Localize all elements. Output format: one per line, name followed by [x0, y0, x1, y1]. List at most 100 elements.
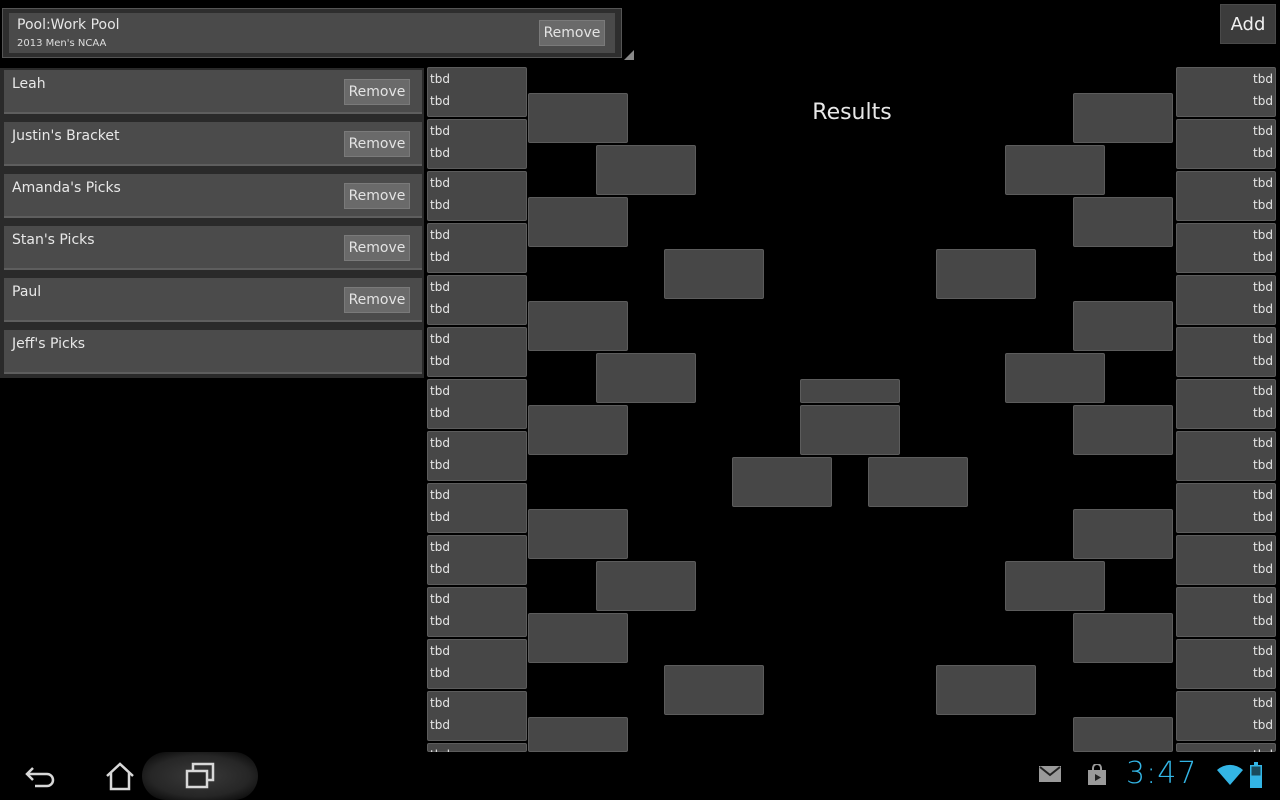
matchup-slot[interactable]: tbdtbd [1176, 535, 1276, 585]
matchup-slot[interactable]: tbdtbd [1176, 223, 1276, 273]
round-2-box[interactable] [1073, 197, 1173, 247]
round-2-box[interactable] [1073, 93, 1173, 143]
matchup-slot[interactable]: tbdtbd [427, 483, 527, 533]
round-2-box[interactable] [528, 301, 628, 351]
round-3-box[interactable] [1005, 353, 1105, 403]
team-name: tbd [1253, 510, 1273, 524]
round-2-box[interactable] [1073, 717, 1173, 752]
team-name: tbd [1253, 406, 1273, 420]
round-3-box[interactable] [596, 561, 696, 611]
round-2-box[interactable] [1073, 301, 1173, 351]
matchup-slot[interactable]: tbd tbd [1176, 483, 1276, 533]
bracket-list-item[interactable]: Paul Remove [4, 278, 422, 322]
matchup-slot[interactable]: tbdtbd [1176, 743, 1276, 784]
round-2-box[interactable] [528, 93, 628, 143]
championship-box[interactable] [800, 405, 900, 455]
matchup-slot[interactable]: tbdtbd [427, 119, 527, 169]
matchup-slot[interactable]: tbd tbd [1176, 379, 1276, 429]
gmail-icon[interactable] [1038, 764, 1062, 788]
team-name: tbd [430, 198, 450, 212]
semifinal-box[interactable] [868, 457, 968, 507]
add-button[interactable]: Add [1220, 4, 1276, 44]
bracket-remove-button[interactable]: Remove [344, 183, 410, 209]
matchup-slot[interactable]: tbd tbd [427, 171, 527, 221]
matchup-slot[interactable]: tbdtbd [427, 691, 527, 741]
round-2-box[interactable] [528, 509, 628, 559]
team-name: tbd [430, 384, 450, 398]
matchup-slot[interactable]: tbd tbd [427, 67, 527, 117]
matchup-slot[interactable]: tbdtbd [427, 639, 527, 689]
round-2-box[interactable] [1073, 509, 1173, 559]
round-3-box[interactable] [596, 145, 696, 195]
team-name: tbd [430, 176, 450, 190]
round-2-box[interactable] [528, 197, 628, 247]
round-2-box[interactable] [1073, 613, 1173, 663]
team-name: tbd [1253, 488, 1273, 502]
team-name: tbd [1253, 354, 1273, 368]
team-name: tbd [1253, 436, 1273, 450]
matchup-slot[interactable]: tbd tbd [1176, 327, 1276, 377]
matchup-slot[interactable]: tbdtbd [427, 327, 527, 377]
matchup-slot[interactable]: tbdtbd [427, 379, 527, 429]
matchup-slot[interactable]: tbdtbd [427, 275, 527, 325]
bracket-name: Jeff's Picks [12, 336, 86, 352]
round-3-box[interactable] [596, 353, 696, 403]
team-name: tbd [1253, 94, 1273, 108]
matchup-slot[interactable]: tbdtbd [427, 535, 527, 585]
team-name: tbd [430, 72, 450, 86]
round-2-box[interactable] [528, 405, 628, 455]
team-name: tbd [1253, 696, 1273, 710]
bracket-remove-button[interactable]: Remove [344, 235, 410, 261]
team-name: tbd [430, 592, 450, 606]
matchup-slot[interactable]: tbdtbd [427, 743, 527, 784]
team-name: tbd [1253, 302, 1273, 316]
matchup-slot[interactable]: tbdtbd [1176, 119, 1276, 169]
round-4-box[interactable] [664, 665, 764, 715]
matchup-slot[interactable]: tbdtbd [1176, 691, 1276, 741]
recent-apps-icon[interactable] [180, 758, 220, 794]
bracket-list-item[interactable]: Jeff's Picks [4, 330, 422, 374]
matchup-slot[interactable]: tbdtbd [1176, 171, 1276, 221]
round-4-box[interactable] [936, 665, 1036, 715]
team-name: tbd [1253, 384, 1273, 398]
round-3-box[interactable] [1005, 145, 1105, 195]
round-2-box[interactable] [528, 717, 628, 752]
team-name: tbd [430, 146, 450, 160]
matchup-slot[interactable]: tbdtbd [427, 587, 527, 637]
bracket-list-item[interactable]: Justin's Bracket Remove [4, 122, 422, 166]
bracket-remove-button[interactable]: Remove [344, 79, 410, 105]
team-name: tbd [430, 94, 450, 108]
round-2-box[interactable] [1073, 405, 1173, 455]
pool-remove-button[interactable]: Remove [539, 20, 605, 46]
matchup-slot[interactable]: tbdtbd [427, 431, 527, 481]
matchup-slot[interactable]: tbdtbd [1176, 587, 1276, 637]
round-3-box[interactable] [1005, 561, 1105, 611]
round-4-box[interactable] [664, 249, 764, 299]
battery-icon [1250, 762, 1262, 792]
champion-box[interactable] [800, 379, 900, 403]
round-2-box[interactable] [528, 613, 628, 663]
pool-title: Pool:Work Pool [17, 17, 120, 33]
status-clock: 3:47 [1126, 756, 1198, 791]
bracket-list-item[interactable]: Amanda's Picks Remove [4, 174, 422, 218]
team-name: tbd [430, 562, 450, 576]
bracket-remove-button[interactable]: Remove [344, 131, 410, 157]
round-4-box[interactable] [936, 249, 1036, 299]
team-name: tbd [430, 458, 450, 472]
matchup-slot[interactable]: tbdtbd [1176, 275, 1276, 325]
team-name: tbd [1253, 666, 1273, 680]
semifinal-box[interactable] [732, 457, 832, 507]
team-name: tbd [1253, 332, 1273, 346]
matchup-slot[interactable]: tbdtbd [1176, 67, 1276, 117]
matchup-slot[interactable]: tbdtbd [1176, 431, 1276, 481]
matchup-slot[interactable]: tbdtbd [427, 223, 527, 273]
bracket-list-item[interactable]: Stan's Picks Remove [4, 226, 422, 270]
play-store-icon[interactable] [1086, 763, 1108, 790]
back-icon[interactable] [20, 758, 60, 794]
bracket-remove-button[interactable]: Remove [344, 287, 410, 313]
home-icon[interactable] [100, 758, 140, 794]
matchup-slot[interactable]: tbdtbd [1176, 639, 1276, 689]
bracket-name: Paul [12, 284, 42, 300]
pool-subtitle: 2013 Men's NCAA [17, 38, 107, 49]
bracket-list-item[interactable]: Leah Remove [4, 70, 422, 114]
